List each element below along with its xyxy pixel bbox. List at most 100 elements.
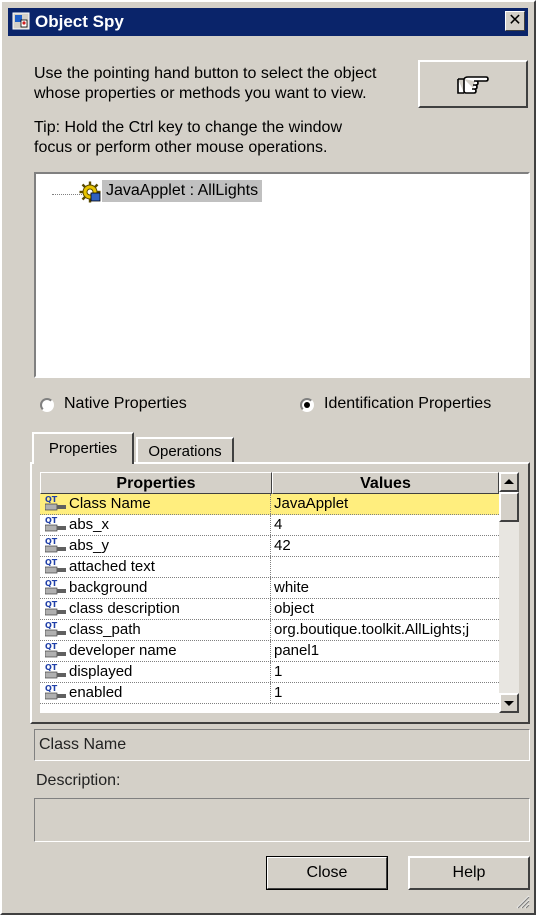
applet-gear-icon bbox=[79, 181, 101, 203]
resize-grip-icon[interactable] bbox=[514, 893, 530, 909]
table-row[interactable]: QT displayed 1 bbox=[40, 662, 499, 683]
property-cell: QT enabled bbox=[40, 683, 271, 703]
svg-text:QT: QT bbox=[45, 600, 58, 609]
scroll-up-button[interactable] bbox=[499, 472, 519, 492]
grid-scrollbar[interactable] bbox=[499, 472, 519, 713]
radio-selected-dot bbox=[304, 402, 310, 408]
qt-property-icon: QT bbox=[45, 537, 66, 553]
table-row[interactable]: QT class description object bbox=[40, 599, 499, 620]
pointing-hand-button[interactable] bbox=[418, 60, 528, 108]
svg-text:QT: QT bbox=[45, 621, 58, 630]
table-row[interactable]: QT Class Name JavaApplet bbox=[40, 494, 499, 515]
svg-text:QT: QT bbox=[45, 495, 58, 504]
qt-property-icon: QT bbox=[45, 663, 66, 679]
qt-property-icon: QT bbox=[45, 684, 66, 700]
selected-property-text: Class Name bbox=[39, 736, 127, 753]
svg-text:QT: QT bbox=[45, 663, 58, 672]
qt-property-icon: QT bbox=[45, 579, 66, 595]
property-cell: QT background bbox=[40, 578, 271, 598]
value-cell: 1 bbox=[274, 684, 283, 701]
description-field bbox=[34, 798, 530, 842]
property-cell: QT class description bbox=[40, 599, 271, 619]
title-close-button[interactable]: ✕ bbox=[505, 11, 525, 31]
title-bar[interactable]: Object Spy ✕ bbox=[8, 8, 528, 36]
property-name: developer name bbox=[69, 642, 177, 659]
selected-property-field: Class Name bbox=[34, 729, 530, 761]
table-row[interactable]: QT enabled 1 bbox=[40, 683, 499, 704]
identification-properties-label[interactable]: Identification Properties bbox=[324, 395, 491, 413]
instructions-line-2: whose properties or methods you want to … bbox=[34, 85, 367, 102]
property-name: abs_y bbox=[69, 537, 110, 554]
table-row[interactable]: QT abs_x 4 bbox=[40, 515, 499, 536]
tree-node-label[interactable]: JavaApplet : AllLights bbox=[102, 180, 263, 202]
value-cell: 4 bbox=[274, 516, 283, 533]
tip-text: Tip: Hold the Ctrl key to change the win… bbox=[34, 118, 342, 158]
object-spy-icon bbox=[12, 12, 30, 30]
property-cell: QT displayed bbox=[40, 662, 271, 682]
arrow-up-icon bbox=[504, 479, 514, 484]
tip-line-2: focus or perform other mouse operations. bbox=[34, 139, 328, 156]
table-row[interactable]: QT attached text bbox=[40, 557, 499, 578]
value-cell: org.boutique.toolkit.AllLights;j bbox=[274, 621, 470, 638]
close-button-label: Close bbox=[306, 864, 348, 881]
scroll-down-button[interactable] bbox=[499, 693, 519, 713]
tab-properties-label: Properties bbox=[48, 440, 118, 457]
value-cell: JavaApplet bbox=[274, 495, 349, 512]
property-cell: QT attached text bbox=[40, 557, 271, 577]
table-row[interactable]: QT class_path org.boutique.toolkit.AllLigh… bbox=[40, 620, 499, 641]
help-button-label: Help bbox=[452, 864, 486, 881]
property-cell: QT abs_y bbox=[40, 536, 271, 556]
tab-operations[interactable]: Operations bbox=[136, 437, 234, 463]
object-tree[interactable]: JavaApplet : AllLights bbox=[34, 172, 530, 378]
close-button[interactable]: Close bbox=[266, 856, 388, 890]
help-button[interactable]: Help bbox=[408, 856, 530, 890]
grid-header: Properties Values bbox=[40, 472, 499, 494]
value-cell: 42 bbox=[274, 537, 291, 554]
property-cell: QT abs_x bbox=[40, 515, 271, 535]
value-cell: object bbox=[274, 600, 315, 617]
property-name: displayed bbox=[69, 663, 133, 680]
svg-text:QT: QT bbox=[45, 558, 58, 567]
instructions-line-1: Use the pointing hand button to select t… bbox=[34, 65, 377, 82]
value-cell: panel1 bbox=[274, 642, 320, 659]
table-row[interactable]: QT background white bbox=[40, 578, 499, 599]
qt-property-icon: QT bbox=[45, 642, 66, 658]
property-cell: QT developer name bbox=[40, 641, 271, 661]
window-title: Object Spy bbox=[35, 12, 124, 31]
identification-properties-radio[interactable] bbox=[300, 398, 314, 412]
object-spy-window: Object Spy ✕ Use the pointing hand butto… bbox=[0, 0, 536, 915]
qt-property-icon: QT bbox=[45, 621, 66, 637]
value-cell bbox=[274, 557, 496, 577]
svg-text:QT: QT bbox=[45, 579, 58, 588]
property-name: background bbox=[69, 579, 148, 596]
property-name: abs_x bbox=[69, 516, 110, 533]
tip-line-1: Tip: Hold the Ctrl key to change the win… bbox=[34, 119, 343, 136]
scroll-thumb[interactable] bbox=[499, 492, 519, 522]
svg-text:QT: QT bbox=[45, 684, 58, 693]
value-cell: white bbox=[274, 579, 310, 596]
table-row[interactable]: QT abs_y 42 bbox=[40, 536, 499, 557]
identification-properties-text: Identification Properties bbox=[324, 395, 492, 412]
qt-property-icon: QT bbox=[45, 600, 66, 616]
native-properties-label[interactable]: Native Properties bbox=[64, 395, 187, 413]
table-row[interactable]: QT developer name panel1 bbox=[40, 641, 499, 662]
property-name: enabled bbox=[69, 684, 123, 701]
description-label: Description: bbox=[36, 772, 121, 789]
native-properties-radio[interactable] bbox=[40, 398, 54, 412]
property-name: class_path bbox=[69, 621, 141, 638]
svg-text:QT: QT bbox=[45, 516, 58, 525]
property-name: class description bbox=[69, 600, 180, 617]
property-name: Class Name bbox=[69, 495, 151, 512]
arrow-down-icon bbox=[504, 701, 514, 706]
col-header-values[interactable]: Values bbox=[272, 472, 499, 494]
properties-grid[interactable]: Properties Values QT Class Name JavaApplet… bbox=[40, 472, 519, 713]
property-name: attached text bbox=[69, 558, 155, 575]
property-cell: QT class_path bbox=[40, 620, 271, 640]
pointing-hand-icon bbox=[457, 76, 489, 94]
native-properties-text: Native Properties bbox=[64, 395, 187, 412]
col-header-properties[interactable]: Properties bbox=[40, 472, 272, 494]
tab-properties[interactable]: Properties bbox=[32, 432, 134, 464]
svg-text:QT: QT bbox=[45, 537, 58, 546]
value-cell: 1 bbox=[274, 663, 283, 680]
qt-property-icon: QT bbox=[45, 516, 66, 532]
